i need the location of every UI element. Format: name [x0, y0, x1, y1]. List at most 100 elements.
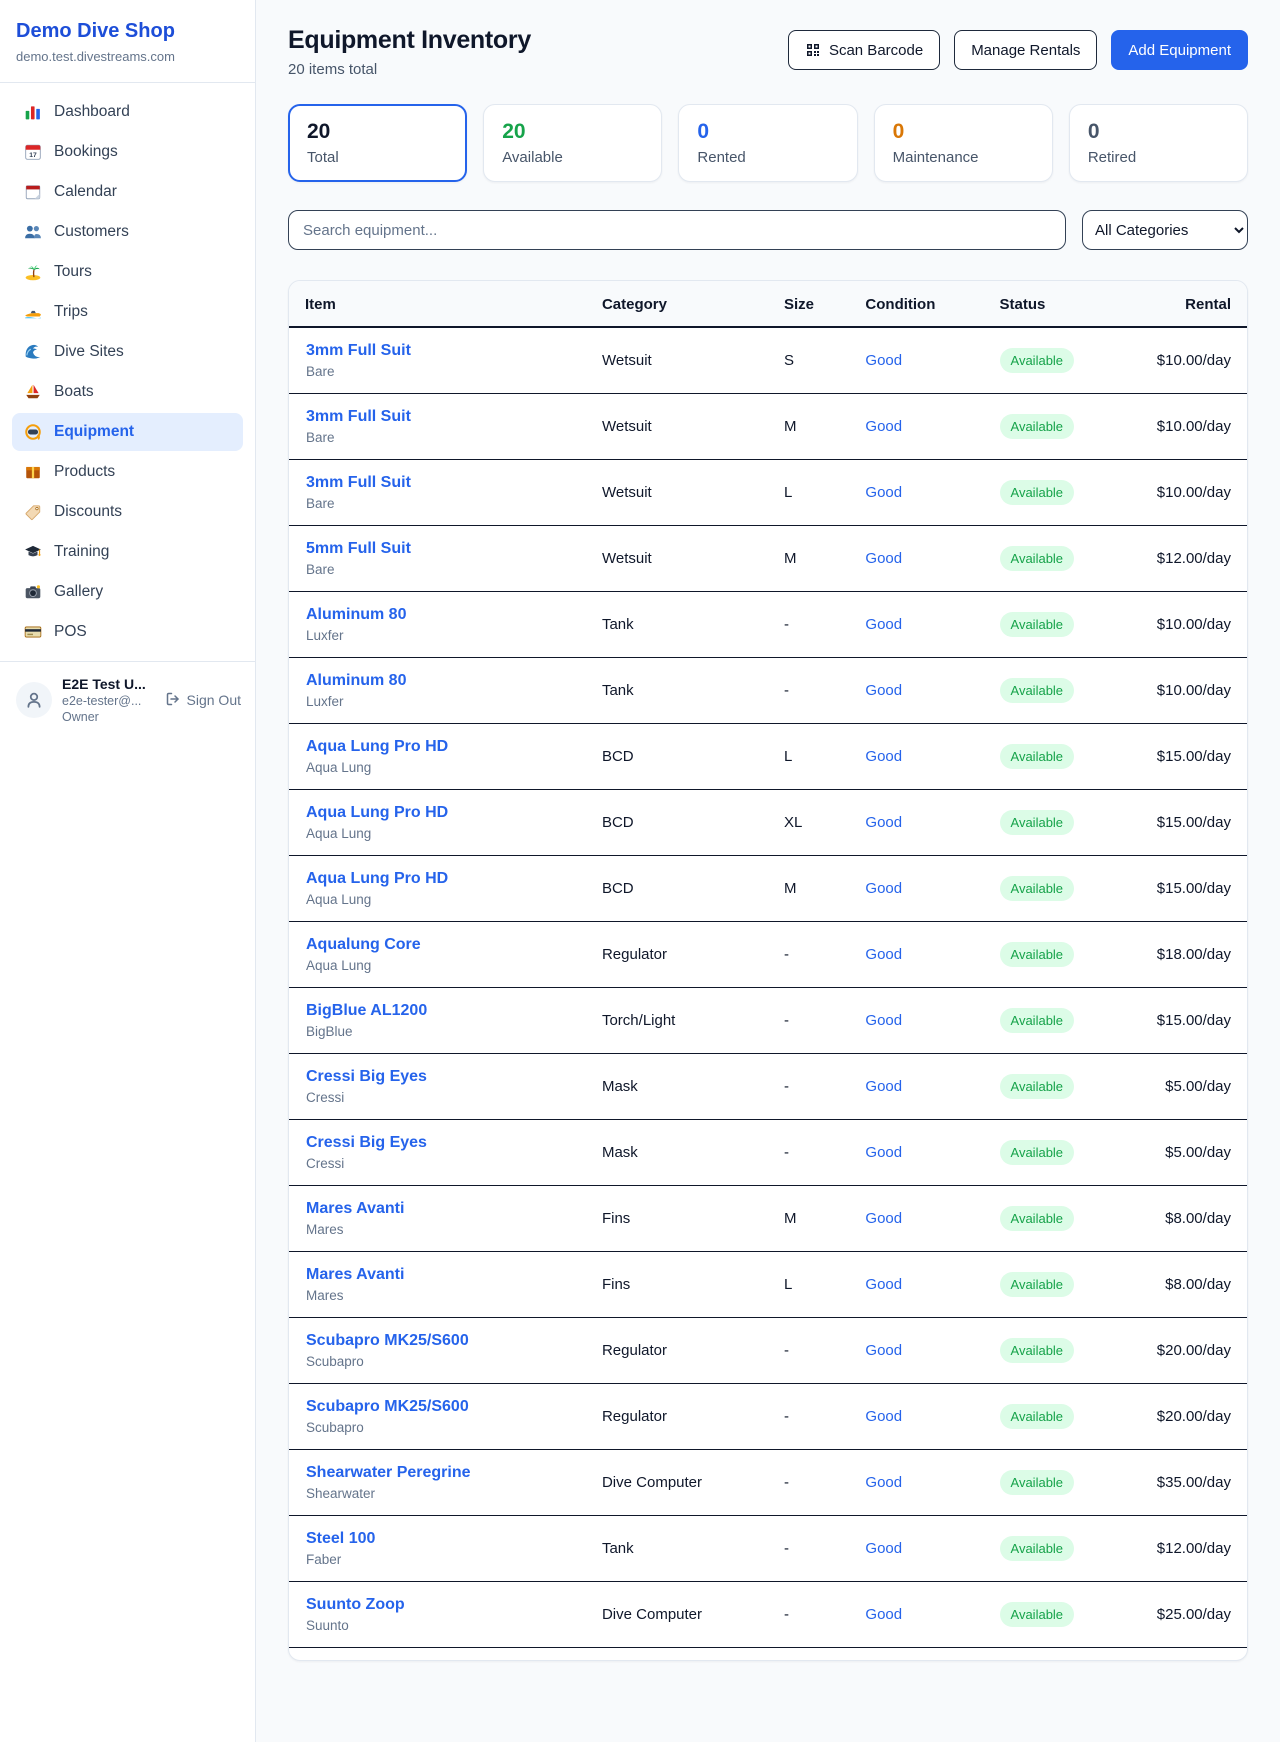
condition-link[interactable]: Good	[865, 1210, 902, 1227]
stat-card-retired[interactable]: 0 Retired	[1069, 104, 1248, 182]
stat-label: Total	[307, 149, 448, 166]
condition-link[interactable]: Good	[865, 484, 902, 501]
stat-card-maintenance[interactable]: 0 Maintenance	[874, 104, 1053, 182]
sidebar-item-products[interactable]: Products	[12, 453, 243, 491]
condition-link[interactable]: Good	[865, 1276, 902, 1293]
item-name-link[interactable]: Aqua Lung Pro HD	[306, 738, 448, 756]
brand-title[interactable]: Demo Dive Shop	[0, 20, 255, 43]
item-name-link[interactable]: Aluminum 80	[306, 606, 406, 624]
item-name-link[interactable]: Aqua Lung Pro HD	[306, 870, 448, 888]
sidebar-item-calendar[interactable]: Calendar	[12, 173, 243, 211]
table-row: Cressi Big Eyes Cressi Mask - Good Avail…	[289, 1120, 1247, 1186]
item-name-link[interactable]: Scubapro MK25/S600	[306, 1398, 469, 1416]
item-name-link[interactable]: 3mm Full Suit	[306, 408, 411, 426]
item-category: Wetsuit	[586, 526, 768, 592]
table-row: Scubapro MK25/S600 Scubapro Regulator - …	[289, 1384, 1247, 1450]
condition-link[interactable]: Good	[865, 1342, 902, 1359]
column-header: Condition	[849, 281, 983, 327]
rental-price: $10.00/day	[1118, 327, 1247, 394]
table-row: 3mm Full Suit Bare Wetsuit L Good Availa…	[289, 460, 1247, 526]
status-badge: Available	[1000, 1602, 1075, 1627]
item-size: -	[768, 1054, 849, 1120]
item-size: -	[768, 1450, 849, 1516]
item-name-link[interactable]: Aqualung Core	[306, 936, 421, 954]
condition-link[interactable]: Good	[865, 814, 902, 831]
item-name-link[interactable]: BigBlue AL1200	[306, 1002, 427, 1020]
add-equipment-button[interactable]: Add Equipment	[1111, 30, 1248, 70]
item-name-link[interactable]: Scubapro MK25/S600	[306, 1332, 469, 1350]
status-badge: Available	[1000, 546, 1075, 571]
item-brand: Scubapro	[306, 1420, 570, 1435]
item-name-link[interactable]: 3mm Full Suit	[306, 474, 411, 492]
stat-card-total[interactable]: 20 Total	[288, 104, 467, 182]
item-name-link[interactable]: Cressi Big Eyes	[306, 1068, 427, 1086]
item-name-link[interactable]: Steel 100	[306, 1530, 375, 1548]
avatar	[16, 682, 52, 718]
condition-link[interactable]: Good	[865, 1540, 902, 1557]
item-size: -	[768, 988, 849, 1054]
category-filter[interactable]: All Categories	[1082, 210, 1248, 250]
scan-barcode-button[interactable]: Scan Barcode	[788, 30, 940, 70]
item-name-link[interactable]: Mares Avanti	[306, 1266, 404, 1284]
sign-out-button[interactable]: Sign Out	[165, 691, 241, 710]
condition-link[interactable]: Good	[865, 748, 902, 765]
stats-row: 20 Total 20 Available 0 Rented 0 Mainten…	[288, 104, 1248, 182]
sidebar-item-label: Training	[54, 543, 109, 561]
condition-link[interactable]: Good	[865, 682, 902, 699]
condition-link[interactable]: Good	[865, 880, 902, 897]
item-brand: Luxfer	[306, 628, 570, 643]
item-brand: Scubapro	[306, 1354, 570, 1369]
status-badge: Available	[1000, 1140, 1075, 1165]
sidebar-item-dashboard[interactable]: Dashboard	[12, 93, 243, 131]
sidebar-item-tours[interactable]: Tours	[12, 253, 243, 291]
item-brand: Faber	[306, 1552, 570, 1567]
item-name-link[interactable]: 5mm Full Suit	[306, 540, 411, 558]
stat-card-rented[interactable]: 0 Rented	[678, 104, 857, 182]
manage-rentals-button[interactable]: Manage Rentals	[954, 30, 1097, 70]
sidebar-item-customers[interactable]: Customers	[12, 213, 243, 251]
sidebar-item-gallery[interactable]: Gallery	[12, 573, 243, 611]
sidebar-item-dive-sites[interactable]: Dive Sites	[12, 333, 243, 371]
sidebar-item-pos[interactable]: POS	[12, 613, 243, 651]
sidebar: Demo Dive Shop demo.test.divestreams.com…	[0, 0, 256, 1742]
condition-link[interactable]: Good	[865, 1144, 902, 1161]
condition-link[interactable]: Good	[865, 1078, 902, 1095]
item-name-link[interactable]: Mares Avanti	[306, 1200, 404, 1218]
condition-link[interactable]: Good	[865, 946, 902, 963]
tag-icon	[24, 503, 42, 521]
condition-link[interactable]: Good	[865, 352, 902, 369]
rental-price: $25.00/day	[1118, 1582, 1247, 1648]
item-name-link[interactable]: Aqua Lung Pro HD	[306, 804, 448, 822]
condition-link[interactable]: Good	[865, 1012, 902, 1029]
bar-chart-icon	[24, 103, 42, 121]
sidebar-item-bookings[interactable]: 17 Bookings	[12, 133, 243, 171]
item-name-link[interactable]: Aluminum 80	[306, 672, 406, 690]
condition-link[interactable]: Good	[865, 1606, 902, 1623]
condition-link[interactable]: Good	[865, 418, 902, 435]
people-icon	[24, 223, 42, 241]
sidebar-item-label: Products	[54, 463, 115, 481]
item-name-link[interactable]: Suunto Zoop	[306, 1596, 405, 1614]
condition-link[interactable]: Good	[865, 616, 902, 633]
sidebar-item-training[interactable]: Training	[12, 533, 243, 571]
status-badge: Available	[1000, 414, 1075, 439]
sidebar-item-discounts[interactable]: Discounts	[12, 493, 243, 531]
stat-value: 0	[1088, 120, 1229, 144]
stat-card-available[interactable]: 20 Available	[483, 104, 662, 182]
item-category: Mask	[586, 1120, 768, 1186]
sidebar-item-trips[interactable]: Trips	[12, 293, 243, 331]
search-input[interactable]	[288, 210, 1066, 250]
item-name-link[interactable]: Shearwater Peregrine	[306, 1464, 471, 1482]
status-badge: Available	[1000, 1206, 1075, 1231]
sidebar-item-equipment[interactable]: Equipment	[12, 413, 243, 451]
sidebar-item-boats[interactable]: Boats	[12, 373, 243, 411]
item-name-link[interactable]: Cressi Big Eyes	[306, 1134, 427, 1152]
condition-link[interactable]: Good	[865, 550, 902, 567]
condition-link[interactable]: Good	[865, 1408, 902, 1425]
rental-price: $10.00/day	[1118, 460, 1247, 526]
stat-value: 0	[893, 120, 1034, 144]
item-brand: Luxfer	[306, 694, 570, 709]
condition-link[interactable]: Good	[865, 1474, 902, 1491]
item-name-link[interactable]: 3mm Full Suit	[306, 342, 411, 360]
status-badge: Available	[1000, 744, 1075, 769]
